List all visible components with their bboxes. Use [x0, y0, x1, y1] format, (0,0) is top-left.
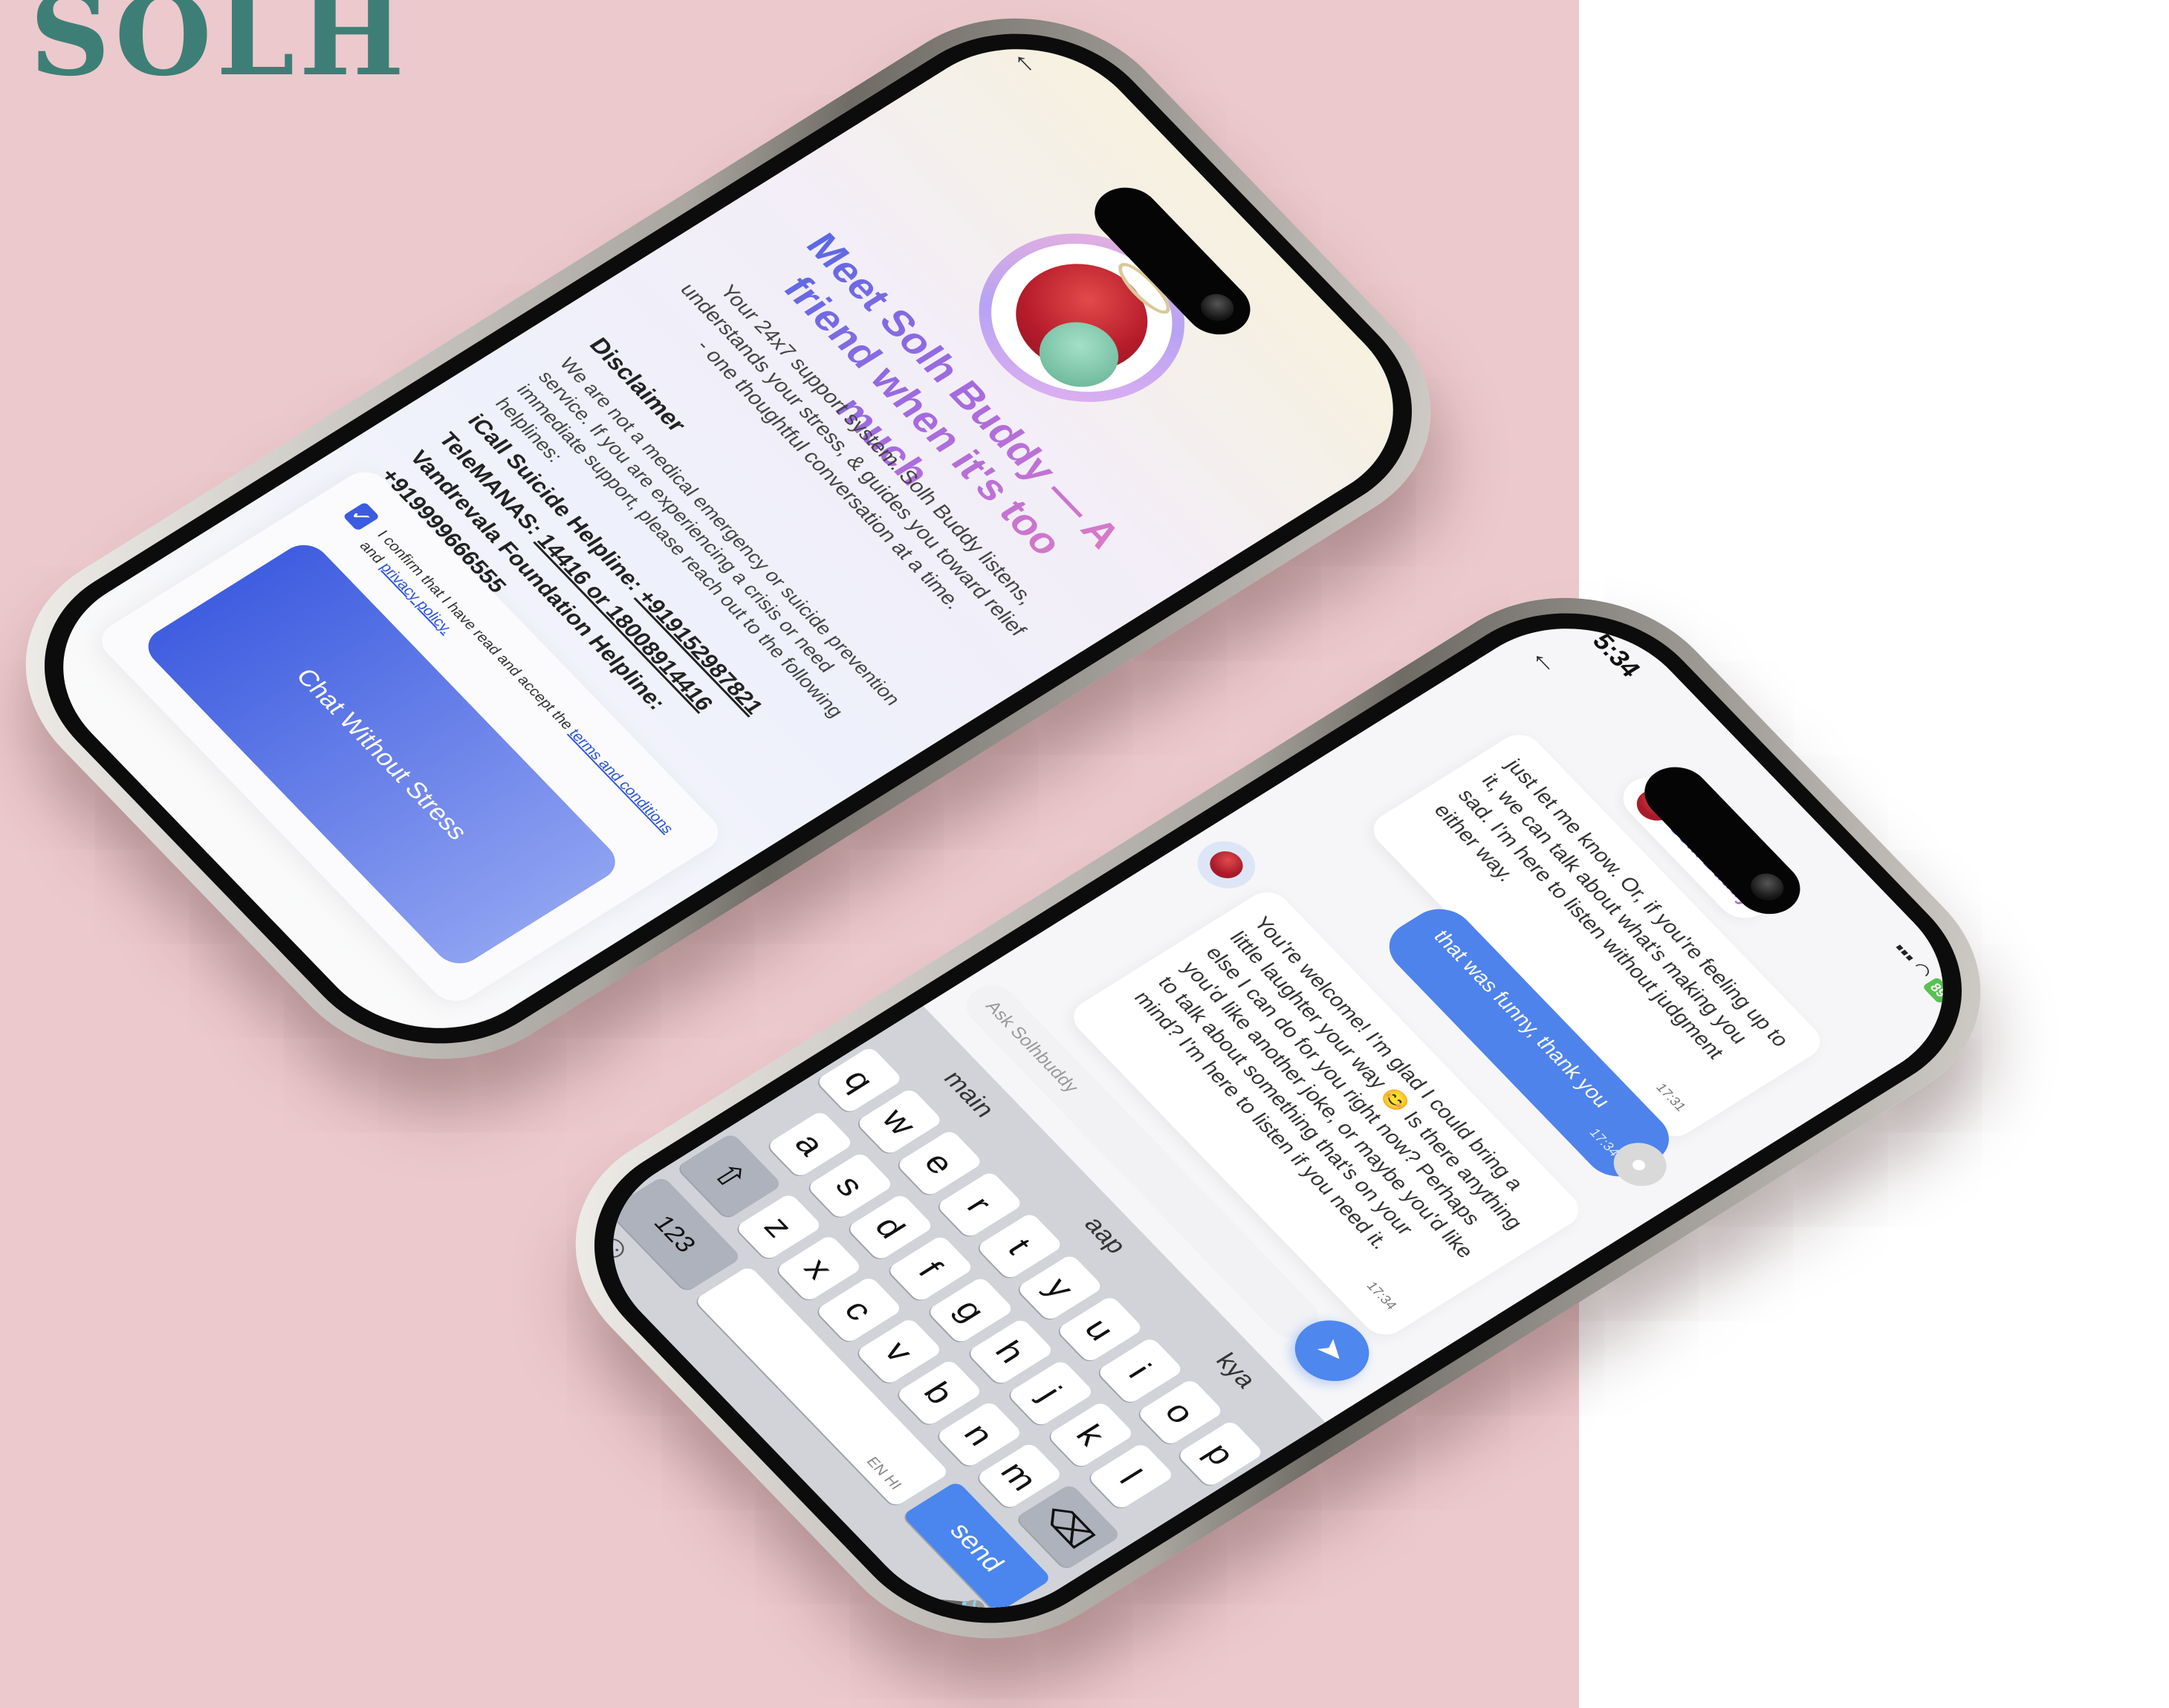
signal-icon: ▪▪▪: [1888, 938, 1922, 967]
camera-icon: [1744, 868, 1791, 906]
brand-logo: SOLH: [30, 0, 409, 101]
mascot-icon: [1203, 845, 1250, 884]
suggestion-main[interactable]: main: [937, 1067, 1001, 1123]
battery-icon: 89: [1922, 976, 1955, 1004]
status-time: 5:34: [1586, 629, 1647, 682]
consent-checkbox[interactable]: ✓: [342, 501, 380, 531]
suggestion-aap[interactable]: aap: [1077, 1212, 1132, 1259]
bot-avatar: [1185, 831, 1267, 898]
back-arrow-icon[interactable]: ←: [1522, 640, 1572, 680]
back-arrow-icon[interactable]: ←: [1004, 42, 1053, 81]
send-icon: ➤: [1309, 1333, 1355, 1369]
camera-icon: [1194, 288, 1241, 327]
suggestion-kya[interactable]: kya: [1210, 1348, 1262, 1393]
